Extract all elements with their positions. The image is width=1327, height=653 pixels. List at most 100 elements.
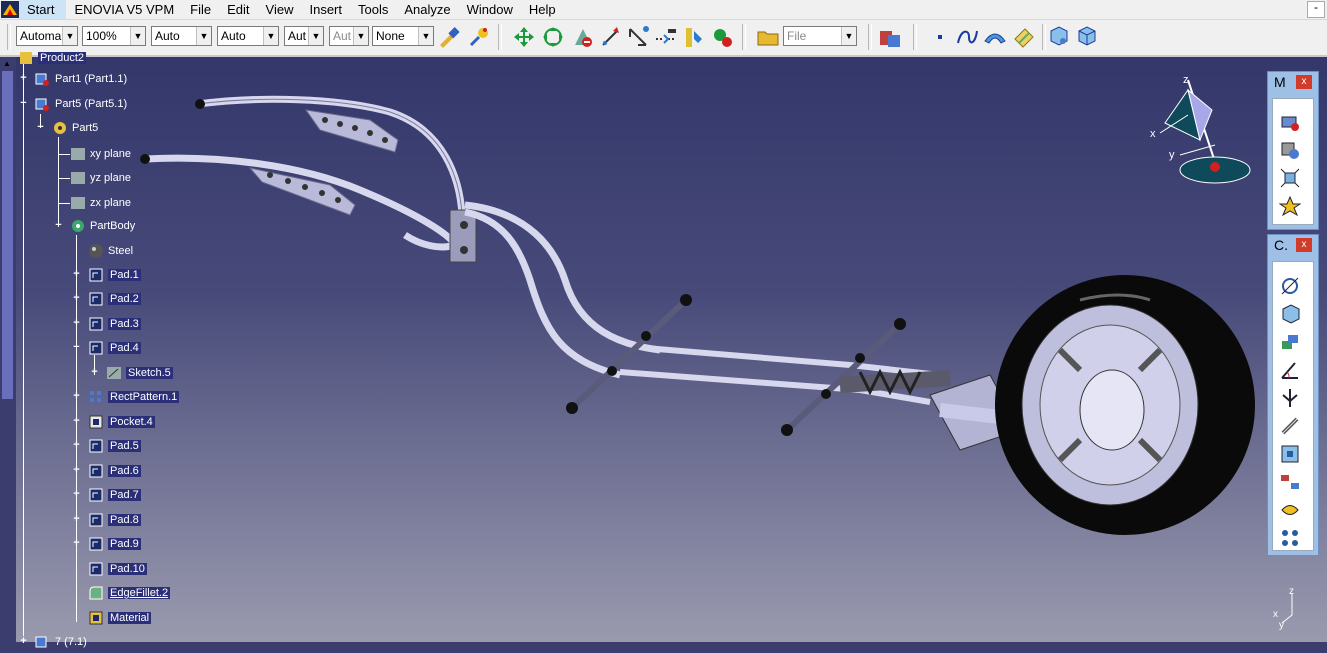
rotate-icon[interactable] [541, 25, 565, 49]
layer-filter-combo: Aut ▼ [329, 26, 369, 46]
analysis-icon[interactable] [710, 25, 734, 49]
tree-node-pad1[interactable]: + Pad.1 [71, 266, 141, 284]
expand-icon[interactable]: + [72, 416, 81, 427]
tree-node-pad10[interactable]: Pad.10 [88, 560, 147, 578]
expand-icon[interactable]: + [90, 367, 99, 378]
collapse-icon[interactable]: − [19, 98, 28, 109]
catia-logo-icon[interactable] [1, 1, 19, 18]
tree-node-pad7[interactable]: + Pad.7 [71, 486, 141, 504]
ruler-icon[interactable] [682, 25, 706, 49]
manipulate-icon[interactable] [1279, 111, 1301, 133]
catalog-icon[interactable] [878, 25, 902, 49]
tree-node-edgefillet2[interactable]: EdgeFillet.2 [88, 584, 171, 602]
fix-icon[interactable] [1279, 387, 1301, 409]
menu-tools[interactable]: Tools [350, 0, 396, 19]
expand-icon[interactable]: + [72, 293, 81, 304]
explode-icon[interactable] [1279, 167, 1301, 189]
collapse-icon[interactable]: − [54, 220, 63, 231]
tree-node-part5-instance[interactable]: − Part5 (Part5.1) [18, 95, 127, 113]
collapse-icon[interactable]: − [72, 342, 81, 353]
eraser-icon[interactable] [1011, 25, 1035, 49]
tree-node-pad5[interactable]: + Pad.5 [71, 437, 141, 455]
view-cube-2-icon[interactable] [1075, 25, 1099, 49]
angle-icon[interactable] [1279, 359, 1301, 381]
expand-icon[interactable]: + [19, 73, 28, 84]
tree-node-rectpattern1[interactable]: + RectPattern.1 [71, 388, 180, 406]
view-cube-icon[interactable] [1047, 25, 1071, 49]
line-type-combo[interactable]: Auto ▼ [217, 26, 279, 46]
tree-node-root[interactable]: Product2 [18, 49, 87, 67]
measure-icon[interactable] [599, 25, 623, 49]
menu-window[interactable]: Window [459, 0, 521, 19]
menu-help[interactable]: Help [521, 0, 564, 19]
brush-icon[interactable] [467, 25, 491, 49]
painter-icon[interactable] [437, 25, 461, 49]
stop-clash-icon[interactable] [1279, 195, 1301, 217]
point-icon[interactable] [928, 25, 952, 49]
close-icon[interactable]: x [1296, 75, 1312, 89]
tree-node-7[interactable]: + 7 (7.1) [18, 633, 87, 651]
close-icon[interactable]: x [1296, 238, 1312, 252]
fix-together-icon[interactable] [1279, 415, 1301, 437]
expand-icon[interactable]: + [72, 538, 81, 549]
layer-combo[interactable]: None ▼ [372, 26, 434, 46]
menu-edit[interactable]: Edit [219, 0, 257, 19]
expand-icon[interactable]: + [72, 269, 81, 280]
folder-icon[interactable] [756, 25, 780, 49]
reuse-pattern-icon[interactable] [1279, 527, 1301, 549]
tree-node-partbody[interactable]: − PartBody [53, 217, 135, 235]
tree-node-xy-plane[interactable]: xy plane [70, 145, 131, 163]
sweep-icon[interactable] [983, 25, 1007, 49]
tree-node-part1[interactable]: + Part1 (Part1.1) [18, 70, 127, 88]
tree-node-sketch5[interactable]: + Sketch.5 [89, 364, 173, 382]
expand-icon[interactable]: + [72, 465, 81, 476]
menu-insert[interactable]: Insert [301, 0, 350, 19]
pan-icon[interactable] [512, 25, 536, 49]
snap-component-icon[interactable] [1279, 139, 1301, 161]
menu-view[interactable]: View [258, 0, 302, 19]
expand-icon[interactable]: + [72, 318, 81, 329]
expand-icon[interactable]: + [72, 440, 81, 451]
offset-icon[interactable] [1279, 331, 1301, 353]
panel-m[interactable]: M x [1267, 71, 1319, 230]
coincidence-icon[interactable] [1279, 275, 1301, 297]
expand-icon[interactable]: + [72, 514, 81, 525]
point-type-combo[interactable]: Aut ▼ [284, 26, 324, 46]
collapse-icon[interactable]: − [36, 122, 45, 133]
tree-node-pad4[interactable]: − Pad.4 [71, 339, 141, 357]
transparency-combo[interactable]: 100% ▼ [82, 26, 146, 46]
flexible-icon[interactable] [1279, 471, 1301, 493]
quick-constraint-icon[interactable] [1279, 443, 1301, 465]
expand-icon[interactable]: + [72, 489, 81, 500]
menu-start[interactable]: Start [19, 0, 67, 19]
tree-node-pad9[interactable]: + Pad.9 [71, 535, 141, 553]
tree-node-pad3[interactable]: + Pad.3 [71, 315, 141, 333]
tree-node-pocket4[interactable]: + Pocket.4 [71, 413, 155, 431]
axis-y-label: y [1279, 620, 1284, 631]
spline-icon[interactable] [955, 25, 979, 49]
panel-c[interactable]: C. x [1267, 234, 1319, 556]
tree-label-xy-plane: xy plane [90, 148, 131, 160]
file-combo[interactable]: File ▼ [783, 26, 857, 46]
tree-node-pad8[interactable]: + Pad.8 [71, 511, 141, 529]
line-thickness-combo[interactable]: Auto ▼ [151, 26, 212, 46]
tree-node-zx-plane[interactable]: zx plane [70, 194, 131, 212]
menu-file[interactable]: File [182, 0, 219, 19]
tree-node-pad2[interactable]: + Pad.2 [71, 290, 141, 308]
menu-enovia[interactable]: ENOVIA V5 VPM [66, 0, 182, 19]
compass-icon[interactable]: z x y [1140, 65, 1260, 190]
contact-icon[interactable] [1279, 303, 1301, 325]
menu-analyze[interactable]: Analyze [396, 0, 458, 19]
snap-icon[interactable] [654, 25, 678, 49]
tree-node-steel[interactable]: Steel [88, 242, 133, 260]
graphic-properties-combo[interactable]: Automa ▼ [16, 26, 78, 46]
change-constraint-icon[interactable] [1279, 499, 1301, 521]
constraint-icon[interactable] [626, 25, 650, 49]
tree-node-yz-plane[interactable]: yz plane [70, 169, 131, 187]
tree-node-part5[interactable]: − Part5 [35, 119, 98, 137]
tree-node-pad6[interactable]: + Pad.6 [71, 462, 141, 480]
minimize-button[interactable]: - [1307, 1, 1325, 18]
tree-node-material[interactable]: Material [88, 609, 152, 627]
expand-icon[interactable]: + [72, 391, 81, 402]
hide-show-icon[interactable] [571, 25, 595, 49]
